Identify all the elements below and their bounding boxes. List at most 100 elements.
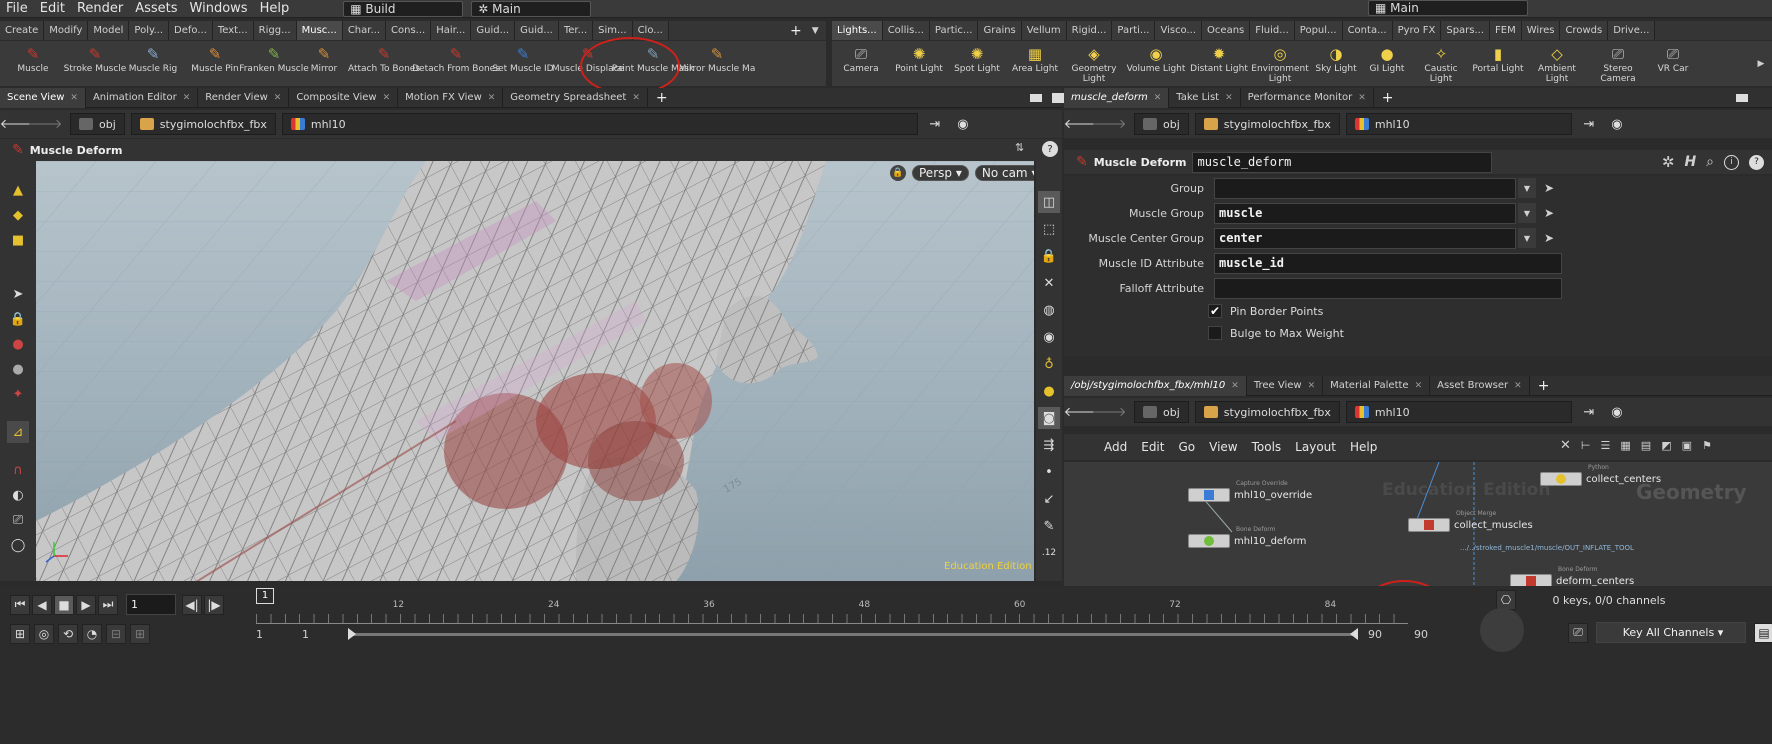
parm-field[interactable]: muscle bbox=[1214, 202, 1516, 224]
arrow-select-icon[interactable]: ➤ bbox=[7, 283, 29, 305]
shelf-tab[interactable]: Rigg... bbox=[253, 21, 297, 40]
key-options-icon[interactable]: ▤ bbox=[1754, 622, 1772, 643]
shelf-tool-mirror-mask[interactable]: ✎ Mirror Muscle Ma bbox=[679, 41, 756, 86]
play-reverse-icon[interactable]: ◀ bbox=[32, 594, 52, 615]
menu-edit[interactable]: Edit bbox=[34, 0, 71, 18]
shelf-tool-camera[interactable]: ⎚ Camera bbox=[832, 41, 890, 86]
link-icon[interactable]: ◉ bbox=[952, 113, 974, 135]
shelf-tab[interactable]: Wires bbox=[1521, 21, 1561, 40]
node-box[interactable] bbox=[1188, 488, 1230, 502]
shading-icon[interactable]: ◍ bbox=[1038, 299, 1060, 321]
magnet2-icon[interactable]: ∩ bbox=[7, 459, 29, 481]
shelf-tool-portal-light[interactable]: ▮ Portal Light bbox=[1470, 41, 1526, 86]
shelf-tab[interactable]: Char... bbox=[342, 21, 387, 40]
range-end-visible[interactable]: 90 bbox=[1368, 628, 1408, 641]
forward-arrow-icon[interactable]: 🡒 bbox=[1092, 401, 1127, 423]
shelf-tool-sky-light[interactable]: ◑ Sky Light bbox=[1310, 41, 1362, 86]
parm-field[interactable] bbox=[1214, 177, 1516, 199]
gear-icon[interactable]: ✲ bbox=[1662, 153, 1675, 171]
shelf-tab[interactable]: Poly... bbox=[129, 21, 170, 40]
shelf-tool-spot-light[interactable]: ✺ Spot Light bbox=[948, 41, 1006, 86]
path-crumb-mhl10[interactable]: mhl10 bbox=[1345, 401, 1572, 423]
key-icon[interactable]: ⎔ bbox=[1496, 590, 1516, 610]
shelf-tab[interactable]: Oceans bbox=[1202, 21, 1251, 40]
close-view-icon[interactable]: ✕ bbox=[1038, 272, 1060, 294]
maximize-icon[interactable] bbox=[1052, 93, 1064, 103]
shelf-tab[interactable]: Hair... bbox=[431, 21, 472, 40]
node-mhl10-override[interactable]: Capture Override mhl10_override bbox=[1188, 480, 1312, 502]
close-icon[interactable]: ✕ bbox=[274, 88, 282, 108]
close-icon[interactable]: ✕ bbox=[70, 88, 78, 108]
shelf-tab[interactable]: Vellum bbox=[1021, 21, 1067, 40]
path-crumb-mhl10[interactable]: mhl10 bbox=[281, 113, 918, 135]
realtime-icon[interactable]: ⊞ bbox=[10, 624, 30, 644]
wrench-icon[interactable]: ✕ bbox=[1560, 438, 1571, 453]
close-icon[interactable]: ✕ bbox=[632, 88, 640, 108]
play-icon[interactable]: ▶ bbox=[76, 594, 96, 615]
shelf-tab[interactable]: Defo... bbox=[169, 21, 213, 40]
path-crumb-fbx[interactable]: stygimolochfbx_fbx bbox=[1194, 113, 1340, 135]
pane-menu-icon[interactable] bbox=[1030, 94, 1042, 102]
pane-tab[interactable]: /obj/stygimolochfbx_fbx/mhl10 ✕ bbox=[1064, 375, 1247, 396]
pane-menu-icon[interactable] bbox=[1736, 94, 1748, 102]
node-collect-muscles[interactable]: Object Merge collect_muscles bbox=[1408, 510, 1533, 532]
shelf-tab[interactable]: FEM bbox=[1490, 21, 1522, 40]
shelf-tool-stereo-camera[interactable]: ⎚ Stereo Camera bbox=[1588, 41, 1648, 86]
shelf-tab[interactable]: Crowds bbox=[1560, 21, 1609, 40]
close-icon[interactable]: ✕ bbox=[1225, 88, 1233, 108]
shelf-tool-muscle-pin[interactable]: ✎ Muscle Pin bbox=[182, 41, 248, 86]
shelf-tab[interactable]: Pyro FX bbox=[1392, 21, 1442, 40]
frame-marker[interactable]: 1 bbox=[256, 588, 274, 604]
path-crumb-obj[interactable]: obj bbox=[1134, 113, 1189, 135]
persp-menu[interactable]: Persp ▾ bbox=[912, 165, 969, 181]
channel-icon[interactable]: ⎚ bbox=[1568, 622, 1588, 643]
paint-icon[interactable]: ✦ bbox=[7, 383, 29, 405]
node-collect-centers[interactable]: Python collect_centers bbox=[1540, 464, 1661, 486]
zoom-in-icon[interactable]: ⊟ bbox=[106, 624, 126, 644]
pin-icon[interactable]: ⇥ bbox=[1578, 113, 1600, 135]
shelf-tab[interactable]: Partic... bbox=[929, 21, 979, 40]
tree-icon[interactable]: ⊢ bbox=[1581, 439, 1591, 452]
node-mhl10-deform[interactable]: Bone Deform mhl10_deform bbox=[1188, 526, 1306, 548]
range-end[interactable]: 90 bbox=[1414, 628, 1454, 641]
shelf-tab[interactable]: Ter... bbox=[558, 21, 594, 40]
point-icon[interactable]: ● bbox=[1038, 380, 1060, 402]
parm-dropdown-icon[interactable]: ▼ bbox=[1518, 178, 1536, 198]
shelf-tab[interactable]: Conta... bbox=[1342, 21, 1393, 40]
range-handle-right[interactable] bbox=[1350, 628, 1358, 640]
shelf-tool-gi-light[interactable]: ● GI Light bbox=[1362, 41, 1412, 86]
shelf-tab[interactable]: Musc... bbox=[296, 21, 343, 40]
shelf-tab[interactable]: Drive... bbox=[1608, 21, 1656, 40]
menu-windows[interactable]: Windows bbox=[184, 0, 254, 18]
next-key-icon[interactable]: |▶ bbox=[204, 594, 224, 615]
node-box[interactable] bbox=[1408, 518, 1450, 532]
display-icon[interactable]: ◫ bbox=[1038, 191, 1060, 213]
toggle-row[interactable]: Bulge to Max Weight bbox=[1208, 326, 1344, 340]
shelf-tool-ambient-light[interactable]: ◇ Ambient Light bbox=[1526, 41, 1588, 86]
node-box[interactable] bbox=[1188, 534, 1230, 548]
select-icon[interactable]: ▲ bbox=[7, 179, 29, 201]
shelf-tab[interactable]: Rigid... bbox=[1066, 21, 1113, 40]
close-icon[interactable]: ✕ bbox=[1415, 376, 1423, 396]
menu-file[interactable]: File bbox=[0, 0, 34, 18]
audio-icon[interactable]: ◎ bbox=[34, 624, 54, 644]
camera-tool-icon[interactable]: ⎚ bbox=[7, 509, 29, 531]
pane-tab[interactable]: Asset Browser ✕ bbox=[1430, 375, 1530, 396]
node-box[interactable] bbox=[1540, 472, 1582, 486]
shelf-tool-area-light[interactable]: ▦ Area Light bbox=[1006, 41, 1064, 86]
close-icon[interactable]: ✕ bbox=[488, 88, 496, 108]
info-icon[interactable]: i bbox=[1724, 154, 1739, 170]
vector-icon[interactable]: ↙ bbox=[1038, 488, 1060, 510]
back-arrow-icon[interactable]: 🡐 bbox=[1064, 113, 1099, 135]
add-tab-icon[interactable]: + bbox=[1530, 378, 1558, 394]
shelf-tool-franken-muscle[interactable]: ✎ Franken Muscle bbox=[239, 41, 309, 86]
shelf-tool-attach-bones[interactable]: ✎ Attach To Bones bbox=[348, 41, 420, 86]
checkbox-icon[interactable] bbox=[1208, 326, 1222, 340]
number-icon[interactable]: .12 bbox=[1038, 542, 1060, 564]
render-icon[interactable]: ◯ bbox=[7, 534, 29, 556]
close-icon[interactable]: ✕ bbox=[183, 88, 191, 108]
shelf-tool-geometry-light[interactable]: ◈ Geometry Light bbox=[1064, 41, 1124, 86]
network-menu-layout[interactable]: Layout bbox=[1295, 440, 1336, 454]
pane-tab[interactable]: Performance Monitor ✕ bbox=[1241, 87, 1374, 108]
maximize-icon[interactable]: ▣ bbox=[1682, 439, 1692, 452]
